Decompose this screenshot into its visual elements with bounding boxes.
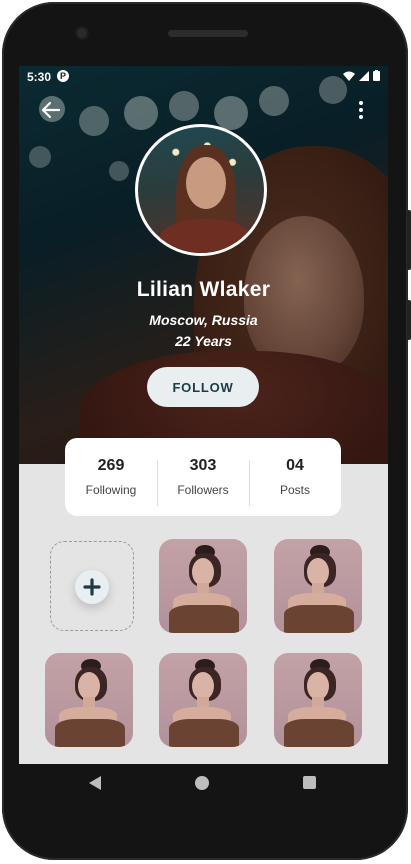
recent-square-icon[interactable]: [303, 776, 316, 789]
stat-label: Following: [85, 483, 137, 497]
gallery-photo[interactable]: [45, 653, 133, 747]
status-bar: 5:30 P: [19, 66, 388, 88]
stat-value: 303: [189, 457, 217, 474]
front-camera: [77, 28, 87, 38]
arrow-left-icon: [41, 101, 61, 119]
more-vertical-icon: [359, 101, 363, 119]
battery-icon: [373, 70, 380, 81]
system-nav-bar: [19, 764, 388, 804]
profile-location: Moscow, Russia: [149, 312, 258, 328]
stat-label: Posts: [279, 483, 310, 497]
gallery-photo[interactable]: [159, 539, 247, 633]
home-circle-icon[interactable]: [195, 776, 209, 790]
status-time: 5:30: [27, 70, 52, 84]
plus-icon: [83, 578, 101, 596]
earpiece-speaker: [168, 30, 248, 37]
signal-icon: [359, 70, 369, 81]
gallery-photo[interactable]: [274, 653, 362, 747]
profile-avatar[interactable]: [135, 124, 267, 256]
stat-posts[interactable]: 04 Posts: [249, 438, 341, 516]
back-triangle-icon[interactable]: [89, 776, 101, 790]
wifi-icon: [343, 71, 355, 81]
more-options-button[interactable]: [356, 99, 366, 121]
stat-value: 04: [286, 457, 304, 474]
app-screen: 5:30 P Lilian Wlaker Moscow, Russia 22 Y…: [19, 66, 388, 764]
profile-name: Lilian Wlaker: [136, 278, 271, 301]
power-button: [407, 210, 411, 270]
app-notification-icon: P: [57, 70, 69, 82]
stat-followers[interactable]: 303 Followers: [157, 438, 249, 516]
stat-following[interactable]: 269 Following: [65, 438, 157, 516]
stat-value: 269: [97, 457, 125, 474]
add-photo-button[interactable]: [50, 541, 134, 631]
volume-button: [407, 300, 411, 340]
profile-age: 22 Years: [175, 333, 232, 349]
gallery-photo[interactable]: [159, 653, 247, 747]
back-button[interactable]: [39, 98, 63, 122]
follow-button[interactable]: FOLLOW: [147, 367, 259, 407]
gallery-photo[interactable]: [274, 539, 362, 633]
stat-label: Followers: [177, 483, 229, 497]
stats-card: 269 Following 303 Followers 04 Posts: [65, 438, 341, 516]
